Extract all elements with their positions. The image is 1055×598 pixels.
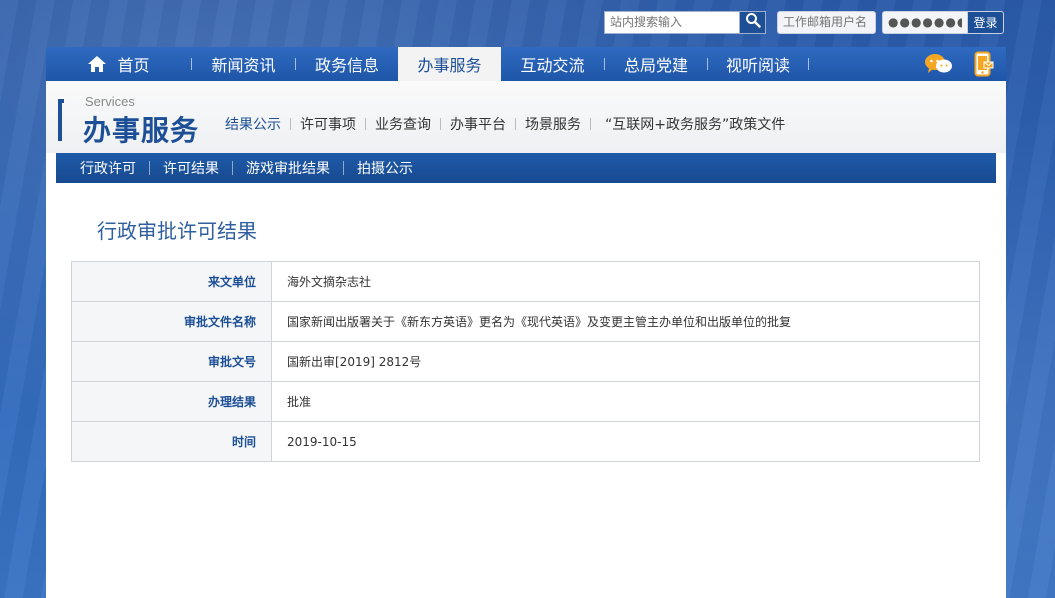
main-nav: 首页 新闻资讯 政务信息 办事服务 互动交流 总局党建 视听阅读 <box>46 47 1006 81</box>
home-icon <box>87 55 107 73</box>
row-label: 办理结果 <box>71 381 272 422</box>
row-value: 批准 <box>271 381 980 422</box>
subnav-item-policy-documents[interactable]: “互联网+政务服务”政策文件 <box>591 114 794 134</box>
main-container: 首页 新闻资讯 政务信息 办事服务 互动交流 总局党建 视听阅读 Service… <box>46 47 1006 598</box>
subnav-item-licensing[interactable]: 许可事项 <box>291 114 365 134</box>
subnav-item-business-query[interactable]: 业务查询 <box>366 114 440 134</box>
mobile-icon[interactable] <box>974 51 994 81</box>
table-row: 审批文号 国新出审[2019] 2812号 <box>71 341 980 382</box>
row-value: 国新出审[2019] 2812号 <box>271 341 980 382</box>
search-icon <box>745 12 761 32</box>
nav-item-audio-visual[interactable]: 视听阅读 <box>708 47 808 81</box>
email-username-field[interactable] <box>777 10 876 34</box>
table-row: 时间 2019-10-15 <box>71 421 980 462</box>
section-bracket-decoration <box>58 99 64 141</box>
nav-item-interaction[interactable]: 互动交流 <box>501 47 604 81</box>
nav-item-services[interactable]: 办事服务 <box>398 47 501 81</box>
search-input[interactable] <box>604 10 739 34</box>
category-tabbar: 行政许可 许可结果 游戏审批结果 拍摄公示 <box>56 153 996 183</box>
section-subnav: 结果公示 许可事项 业务查询 办事平台 场景服务 “互联网+政务服务”政策文件 <box>216 114 794 134</box>
nav-right-icons <box>924 51 994 81</box>
nav-label-news: 新闻资讯 <box>211 56 276 75</box>
nav-item-news[interactable]: 新闻资讯 <box>192 47 295 81</box>
table-row: 办理结果 批准 <box>71 381 980 422</box>
nav-label-services: 办事服务 <box>417 56 482 75</box>
row-value: 海外文摘杂志社 <box>271 261 980 302</box>
section-title: 办事服务 <box>83 114 200 147</box>
row-label: 审批文件名称 <box>71 301 272 342</box>
subnav-item-scenario-services[interactable]: 场景服务 <box>516 114 590 134</box>
login-button[interactable]: 登录 <box>967 10 1004 34</box>
row-value: 2019-10-15 <box>271 421 980 462</box>
section-header: Services 办事服务 结果公示 许可事项 业务查询 办事平台 场景服务 “… <box>46 81 1006 153</box>
nav-label-party-building: 总局党建 <box>623 56 688 75</box>
nav-item-government-info[interactable]: 政务信息 <box>296 47 398 81</box>
section-title-en: Services <box>85 94 135 109</box>
table-row: 来文单位 海外文摘杂志社 <box>71 261 980 302</box>
site-search <box>604 10 766 34</box>
password-field[interactable] <box>882 10 967 34</box>
subnav-item-results[interactable]: 结果公示 <box>216 114 290 134</box>
nav-label-interaction: 互动交流 <box>520 56 585 75</box>
wechat-icon[interactable] <box>924 52 954 80</box>
nav-label-audio-visual: 视听阅读 <box>725 56 790 75</box>
tab-filming-notice[interactable]: 拍摄公示 <box>344 158 426 178</box>
page-title: 行政审批许可结果 <box>97 219 257 243</box>
tab-game-approval-results[interactable]: 游戏审批结果 <box>233 158 343 178</box>
nav-item-party-building[interactable]: 总局党建 <box>605 47 707 81</box>
subnav-item-service-platform[interactable]: 办事平台 <box>441 114 515 134</box>
approval-result-table: 来文单位 海外文摘杂志社 审批文件名称 国家新闻出版署关于《新东方英语》更名为《… <box>71 261 980 462</box>
tab-administrative-license[interactable]: 行政许可 <box>70 158 149 178</box>
nav-divider <box>808 58 809 70</box>
row-value: 国家新闻出版署关于《新东方英语》更名为《现代英语》及变更主管主办单位和出版单位的… <box>271 301 980 342</box>
row-label: 来文单位 <box>71 261 272 302</box>
search-button[interactable] <box>739 10 766 34</box>
top-utility-bar: 登录 <box>604 10 1004 34</box>
row-label: 审批文号 <box>71 341 272 382</box>
tab-license-results[interactable]: 许可结果 <box>150 158 232 178</box>
nav-item-home[interactable]: 首页 <box>46 47 191 81</box>
row-label: 时间 <box>71 421 272 462</box>
nav-label-government-info: 政务信息 <box>314 56 379 75</box>
table-row: 审批文件名称 国家新闻出版署关于《新东方英语》更名为《现代英语》及变更主管主办单… <box>71 301 980 342</box>
nav-label-home: 首页 <box>117 56 150 75</box>
